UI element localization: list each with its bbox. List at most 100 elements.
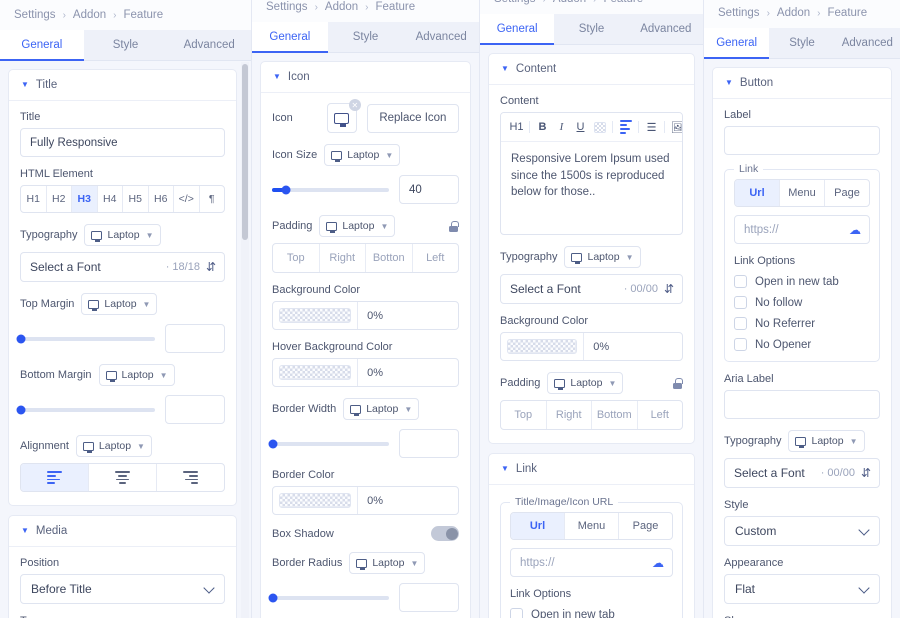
style-select[interactable]: Custom [724,516,880,546]
breadcrumb-settings[interactable]: Settings [266,1,308,13]
lock-icon[interactable] [448,220,459,232]
sliders-icon[interactable]: ⇵ [861,466,871,480]
breadcrumb-addon[interactable]: Addon [325,1,358,13]
link-url-input[interactable] [510,548,673,577]
hover-background-color-swatch-wrap[interactable] [273,359,359,386]
panel1-scrollbar[interactable] [241,62,249,618]
tab-style[interactable]: Style [554,14,628,44]
breadcrumb-settings[interactable]: Settings [14,9,56,21]
breadcrumb-feature[interactable]: Feature [124,9,164,21]
background-color-field[interactable]: 0% [272,301,459,330]
breadcrumb-addon[interactable]: Addon [553,0,586,5]
device-selector-border-radius[interactable]: Laptop ▼ [349,552,426,574]
bold-icon[interactable]: B [533,118,552,136]
card-button-header[interactable]: ▼ Button [713,68,891,99]
tab-style[interactable]: Style [328,22,404,52]
tab-general[interactable]: General [704,28,770,59]
sliders-icon[interactable]: ⇵ [664,282,674,296]
tab-style[interactable]: Style [84,30,168,60]
cloud-upload-icon[interactable]: ☁ [849,224,861,236]
remove-icon-button[interactable]: ✕ [348,99,361,111]
border-width-value[interactable] [399,429,459,458]
italic-icon[interactable]: I [552,118,571,136]
font-picker[interactable]: Select a Font · 00/00 ⇵ [500,274,683,304]
checkbox-open-new-tab[interactable] [510,608,523,618]
link-tab-page[interactable]: Page [825,180,869,206]
align-center-button[interactable] [89,464,157,491]
padding-left-input[interactable]: Left [638,401,683,429]
device-selector-icon-size[interactable]: Laptop ▼ [324,144,401,166]
hover-background-color-field[interactable]: 0% [272,358,459,387]
checkbox-no-referrer[interactable] [734,317,747,330]
device-selector-typography[interactable]: Laptop ▼ [84,224,161,246]
cloud-upload-icon[interactable]: ☁ [652,557,664,569]
link-tab-menu[interactable]: Menu [565,513,619,539]
align-left-button[interactable] [21,464,89,491]
html-element-code-icon[interactable]: </> [174,186,200,212]
tab-advanced[interactable]: Advanced [403,22,479,52]
border-width-slider[interactable] [268,439,389,448]
padding-bottom-input[interactable]: Bottom [592,401,638,429]
html-element-h5[interactable]: H5 [123,186,149,212]
link-tab-menu[interactable]: Menu [780,180,825,206]
html-element-h4[interactable]: H4 [98,186,123,212]
link-tab-url[interactable]: Url [511,513,565,539]
checkbox-no-follow[interactable] [734,296,747,309]
image-icon[interactable]: 🖼 [668,118,682,136]
tab-general[interactable]: General [252,22,328,53]
device-selector-padding[interactable]: Laptop ▼ [547,372,624,394]
heading-icon[interactable]: H1 [507,118,526,136]
padding-left-input[interactable]: Left [413,244,459,272]
padding-top-input[interactable]: Top [501,401,547,429]
icon-size-slider[interactable] [272,185,389,194]
scrollbar-thumb[interactable] [242,64,248,240]
tab-advanced[interactable]: Advanced [629,14,703,44]
tab-general[interactable]: General [480,14,555,45]
box-shadow-toggle[interactable] [431,526,459,541]
html-element-h3[interactable]: H3 [72,186,98,212]
breadcrumb-settings[interactable]: Settings [718,7,760,19]
icon-size-value[interactable]: 40 [399,175,459,204]
tab-advanced[interactable]: Advanced [167,30,251,60]
link-tab-page[interactable]: Page [619,513,672,539]
background-color-opacity[interactable]: 0% [358,302,458,329]
tab-advanced[interactable]: Advanced [835,28,900,58]
background-color-field[interactable]: 0% [500,332,683,361]
device-selector-border-width[interactable]: Laptop ▼ [343,398,420,420]
aria-label-input[interactable] [724,390,880,419]
breadcrumb-feature[interactable]: Feature [376,1,416,13]
lock-icon[interactable] [672,377,683,389]
checkbox-no-opener[interactable] [734,338,747,351]
font-picker[interactable]: Select a Font · 00/00 ⇵ [724,458,880,488]
align-left-icon[interactable] [616,118,635,136]
breadcrumb-addon[interactable]: Addon [777,7,810,19]
link-tab-url[interactable]: Url [735,180,780,206]
html-element-h2[interactable]: H2 [47,186,72,212]
device-selector-typography[interactable]: Laptop ▼ [564,246,641,268]
html-element-h6[interactable]: H6 [149,186,174,212]
title-input[interactable] [20,128,225,157]
position-select[interactable]: Before Title [20,574,225,604]
padding-top-input[interactable]: Top [273,244,320,272]
card-link-header[interactable]: ▼ Link [489,454,694,485]
tab-general[interactable]: General [0,30,84,61]
padding-bottom-input[interactable]: Botton [366,244,413,272]
card-content-header[interactable]: ▼ Content [489,54,694,85]
device-selector-typography[interactable]: Laptop ▼ [788,430,865,452]
underline-icon[interactable]: U [571,118,590,136]
text-color-icon[interactable] [590,118,609,136]
font-picker[interactable]: Select a Font · 18/18 ⇵ [20,252,225,282]
card-media-header[interactable]: ▼ Media [9,516,236,547]
padding-right-input[interactable]: Right [547,401,592,429]
breadcrumb-settings[interactable]: Settings [494,0,536,5]
button-label-input[interactable] [724,126,880,155]
replace-icon-button[interactable]: Replace Icon [366,103,459,133]
card-icon-header[interactable]: ▼ Icon [261,62,470,93]
device-selector-top-margin[interactable]: Laptop ▼ [81,293,158,315]
breadcrumb-feature[interactable]: Feature [828,7,868,19]
bullet-list-icon[interactable]: ☰ [642,118,661,136]
background-color-opacity[interactable]: 0% [584,333,682,360]
device-selector-alignment[interactable]: Laptop ▼ [75,435,152,457]
device-selector-bottom-margin[interactable]: Laptop ▼ [98,364,175,386]
top-margin-value[interactable] [165,324,225,353]
